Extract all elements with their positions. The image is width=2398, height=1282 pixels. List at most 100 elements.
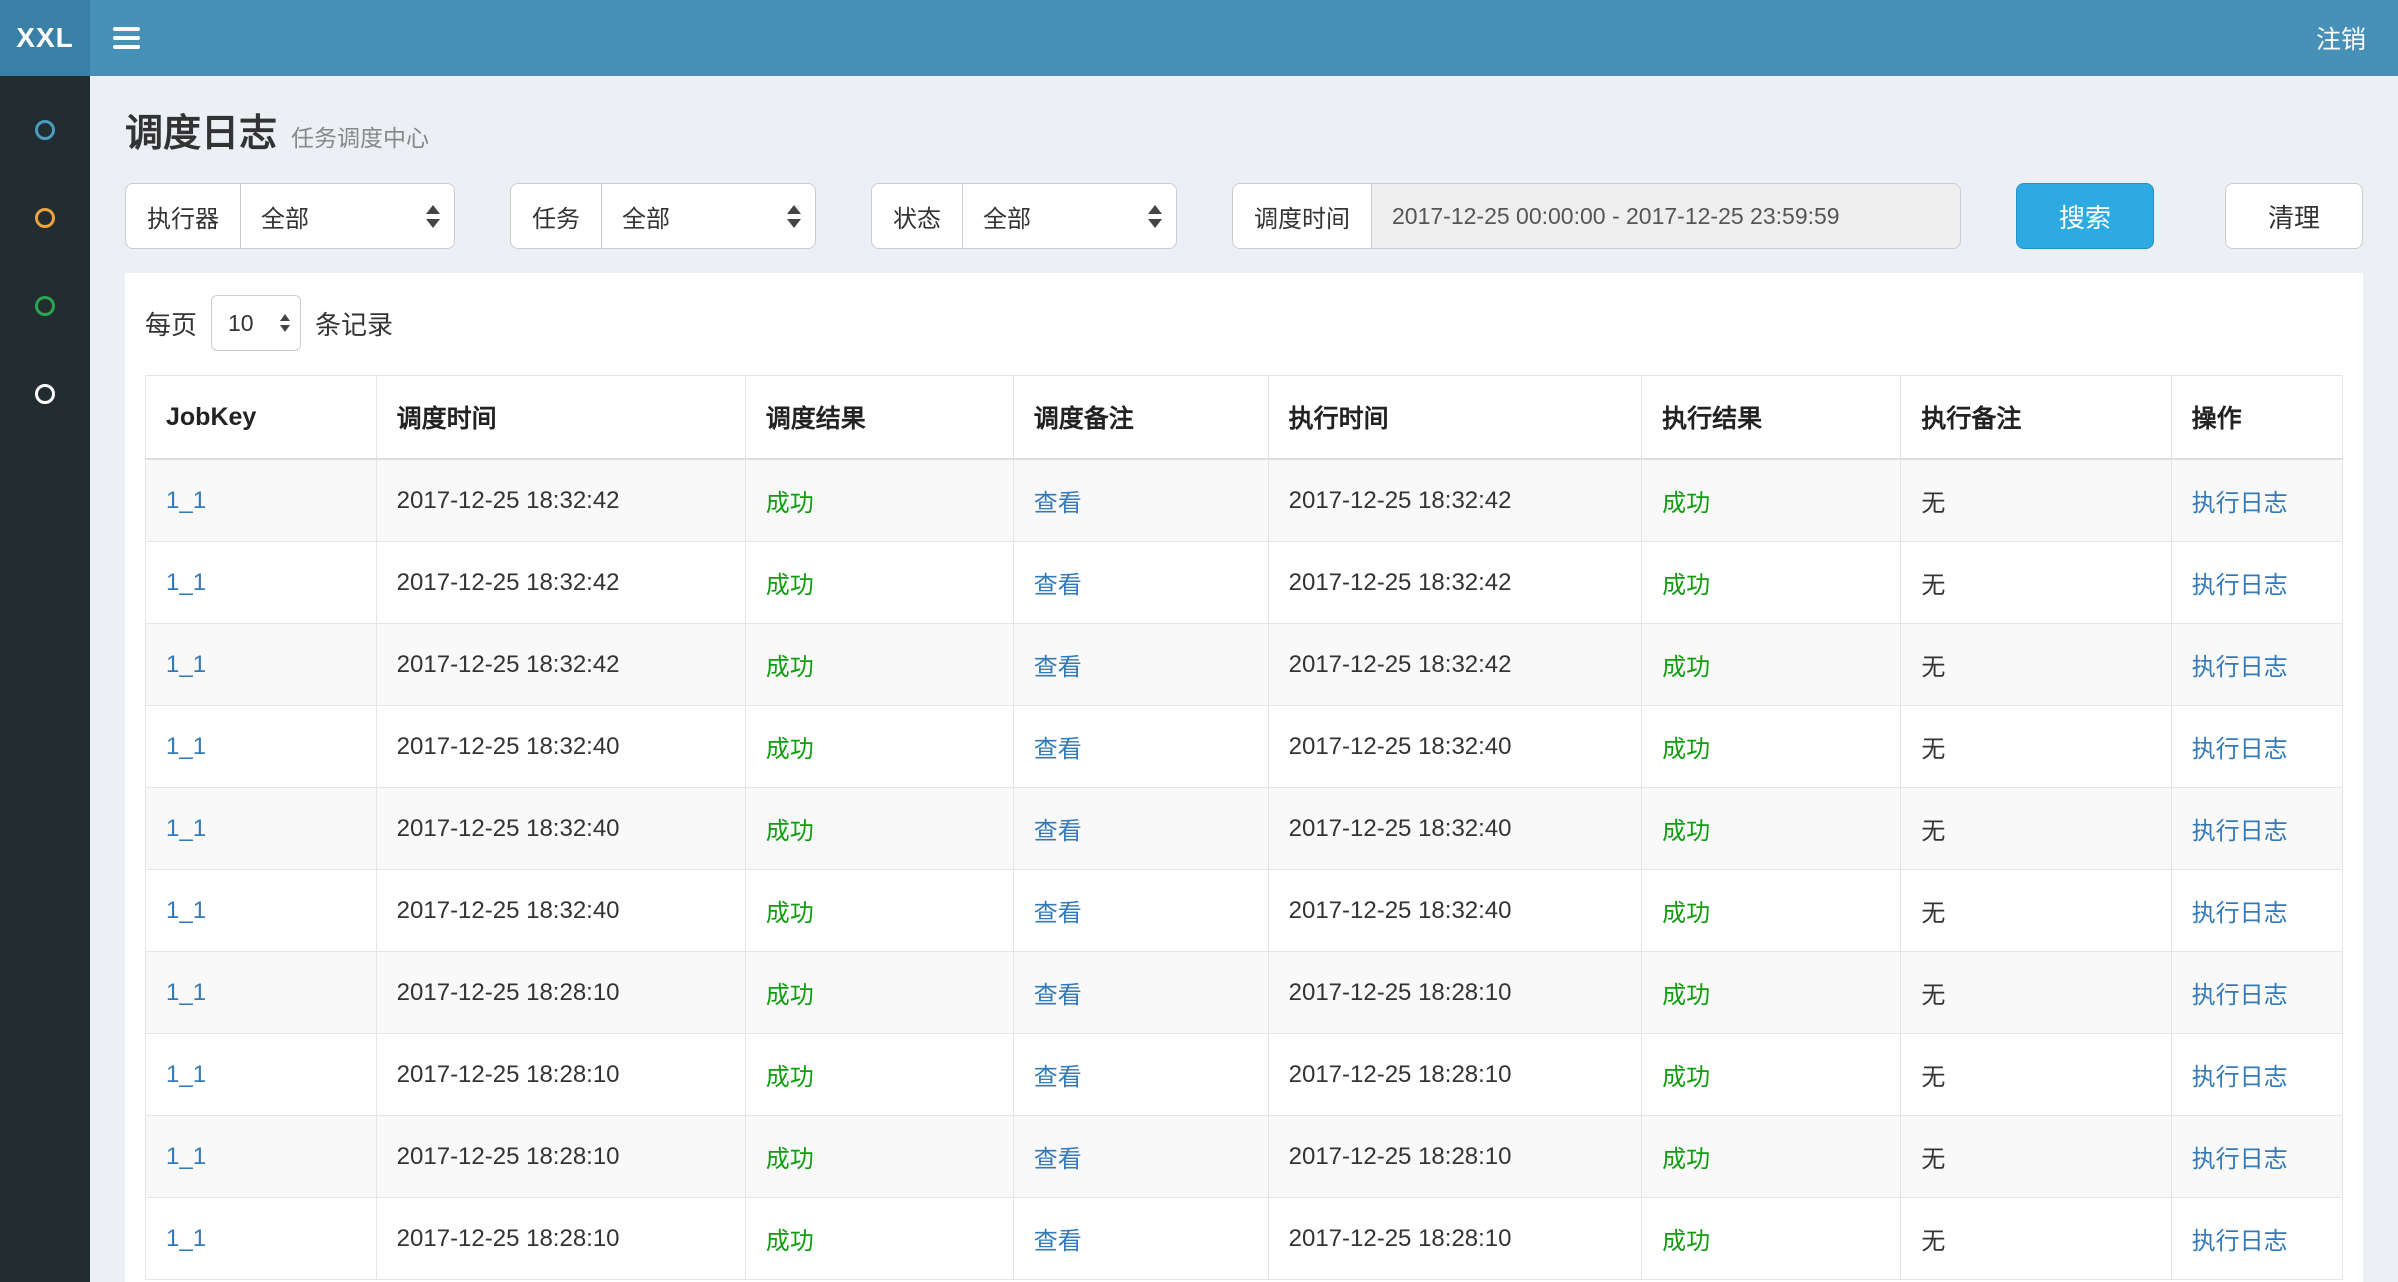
status-select-value: 全部 [983,199,1031,234]
jobkey-link[interactable]: 1_1 [166,487,206,514]
jobkey-link[interactable]: 1_1 [166,1143,206,1170]
time-range-input[interactable]: 2017-12-25 00:00:00 - 2017-12-25 23:59:5… [1371,183,1961,249]
execution-log-link[interactable]: 执行日志 [2192,490,2288,517]
col-header-handle-time: 执行时间 [1268,376,1641,460]
handle-result-text: 成功 [1662,1146,1710,1173]
jobkey-link[interactable]: 1_1 [166,1225,206,1252]
jobkey-link[interactable]: 1_1 [166,815,206,842]
trigger-result-text: 成功 [766,572,814,599]
jobkey-link[interactable]: 1_1 [166,651,206,678]
sidebar-item-2[interactable] [0,174,90,262]
execution-log-link[interactable]: 执行日志 [2192,818,2288,845]
trigger-time-text: 2017-12-25 18:28:10 [397,1061,620,1088]
status-select[interactable]: 全部 [962,183,1177,249]
logo[interactable]: XXL [0,0,90,76]
trigger-result-text: 成功 [766,736,814,763]
execution-log-link[interactable]: 执行日志 [2192,982,2288,1009]
trigger-msg-link[interactable]: 查看 [1034,490,1082,517]
handle-msg-text: 无 [1921,572,1945,599]
jobkey-link[interactable]: 1_1 [166,979,206,1006]
search-button[interactable]: 搜索 [2016,183,2154,249]
circle-icon [35,208,55,228]
jobkey-link[interactable]: 1_1 [166,897,206,924]
page-size-select[interactable]: 10 [211,295,301,351]
clear-button[interactable]: 清理 [2225,183,2363,249]
handle-msg-text: 无 [1921,982,1945,1009]
execution-log-link[interactable]: 执行日志 [2192,1146,2288,1173]
execution-log-link[interactable]: 执行日志 [2192,1228,2288,1255]
execution-log-link[interactable]: 执行日志 [2192,736,2288,763]
trigger-msg-link[interactable]: 查看 [1034,982,1082,1009]
trigger-msg-link[interactable]: 查看 [1034,1146,1082,1173]
handle-msg-text: 无 [1921,1064,1945,1091]
handle-result-text: 成功 [1662,818,1710,845]
table-row: 1_1 2017-12-25 18:28:10 成功 查看 2017-12-25… [146,1198,2343,1280]
col-header-handle-result: 执行结果 [1642,376,1901,460]
handle-time-text: 2017-12-25 18:28:10 [1289,979,1512,1006]
trigger-msg-link[interactable]: 查看 [1034,900,1082,927]
handle-msg-text: 无 [1921,1146,1945,1173]
executor-select[interactable]: 全部 [240,183,455,249]
table-row: 1_1 2017-12-25 18:32:40 成功 查看 2017-12-25… [146,706,2343,788]
trigger-time-text: 2017-12-25 18:28:10 [397,979,620,1006]
main-content: 调度日志任务调度中心 执行器 全部 任务 全部 状态 全部 [90,76,2398,1282]
execution-log-link[interactable]: 执行日志 [2192,572,2288,599]
trigger-result-text: 成功 [766,1146,814,1173]
logout-link[interactable]: 注销 [2284,0,2398,76]
trigger-time-text: 2017-12-25 18:28:10 [397,1225,620,1252]
trigger-msg-link[interactable]: 查看 [1034,1064,1082,1091]
select-arrows-icon [426,205,440,228]
handle-time-text: 2017-12-25 18:32:42 [1289,487,1512,514]
handle-result-text: 成功 [1662,982,1710,1009]
job-filter-label: 任务 [510,183,601,249]
handle-time-text: 2017-12-25 18:28:10 [1289,1225,1512,1252]
handle-time-text: 2017-12-25 18:32:40 [1289,733,1512,760]
handle-time-text: 2017-12-25 18:28:10 [1289,1143,1512,1170]
log-panel: 每页 10 条记录 JobKey 调度时间 调度结果 调度备注 执行时间 执行结… [125,273,2363,1282]
sidebar-toggle-button[interactable] [90,0,162,76]
col-header-action: 操作 [2171,376,2342,460]
job-select[interactable]: 全部 [601,183,816,249]
col-header-jobkey: JobKey [146,376,377,460]
trigger-msg-link[interactable]: 查看 [1034,572,1082,599]
table-row: 1_1 2017-12-25 18:32:40 成功 查看 2017-12-25… [146,870,2343,952]
table-header-row: JobKey 调度时间 调度结果 调度备注 执行时间 执行结果 执行备注 操作 [146,376,2343,460]
table-row: 1_1 2017-12-25 18:28:10 成功 查看 2017-12-25… [146,1116,2343,1198]
execution-log-link[interactable]: 执行日志 [2192,654,2288,681]
trigger-msg-link[interactable]: 查看 [1034,736,1082,763]
execution-log-link[interactable]: 执行日志 [2192,900,2288,927]
handle-msg-text: 无 [1921,490,1945,517]
table-row: 1_1 2017-12-25 18:32:42 成功 查看 2017-12-25… [146,459,2343,542]
handle-time-text: 2017-12-25 18:32:42 [1289,569,1512,596]
trigger-time-text: 2017-12-25 18:32:40 [397,897,620,924]
trigger-msg-link[interactable]: 查看 [1034,818,1082,845]
col-header-trigger-msg: 调度备注 [1013,376,1268,460]
col-header-handle-msg: 执行备注 [1901,376,2171,460]
executor-filter-label: 执行器 [125,183,240,249]
log-table-body: 1_1 2017-12-25 18:32:42 成功 查看 2017-12-25… [146,459,2343,1280]
select-arrows-icon [280,314,290,332]
handle-result-text: 成功 [1662,1064,1710,1091]
sidebar-item-3[interactable] [0,262,90,350]
trigger-time-filter: 调度时间 2017-12-25 00:00:00 - 2017-12-25 23… [1232,183,1961,249]
handle-msg-text: 无 [1921,736,1945,763]
trigger-msg-link[interactable]: 查看 [1034,1228,1082,1255]
circle-icon [35,120,55,140]
handle-result-text: 成功 [1662,900,1710,927]
executor-select-value: 全部 [261,199,309,234]
trigger-msg-link[interactable]: 查看 [1034,654,1082,681]
handle-result-text: 成功 [1662,490,1710,517]
sidebar-item-1[interactable] [0,86,90,174]
handle-time-text: 2017-12-25 18:32:42 [1289,651,1512,678]
job-select-value: 全部 [622,199,670,234]
table-row: 1_1 2017-12-25 18:28:10 成功 查看 2017-12-25… [146,1034,2343,1116]
handle-result-text: 成功 [1662,654,1710,681]
sidebar-item-4[interactable] [0,350,90,438]
handle-time-text: 2017-12-25 18:32:40 [1289,815,1512,842]
top-navbar: XXL 注销 [0,0,2398,76]
jobkey-link[interactable]: 1_1 [166,569,206,596]
jobkey-link[interactable]: 1_1 [166,733,206,760]
handle-result-text: 成功 [1662,736,1710,763]
jobkey-link[interactable]: 1_1 [166,1061,206,1088]
execution-log-link[interactable]: 执行日志 [2192,1064,2288,1091]
